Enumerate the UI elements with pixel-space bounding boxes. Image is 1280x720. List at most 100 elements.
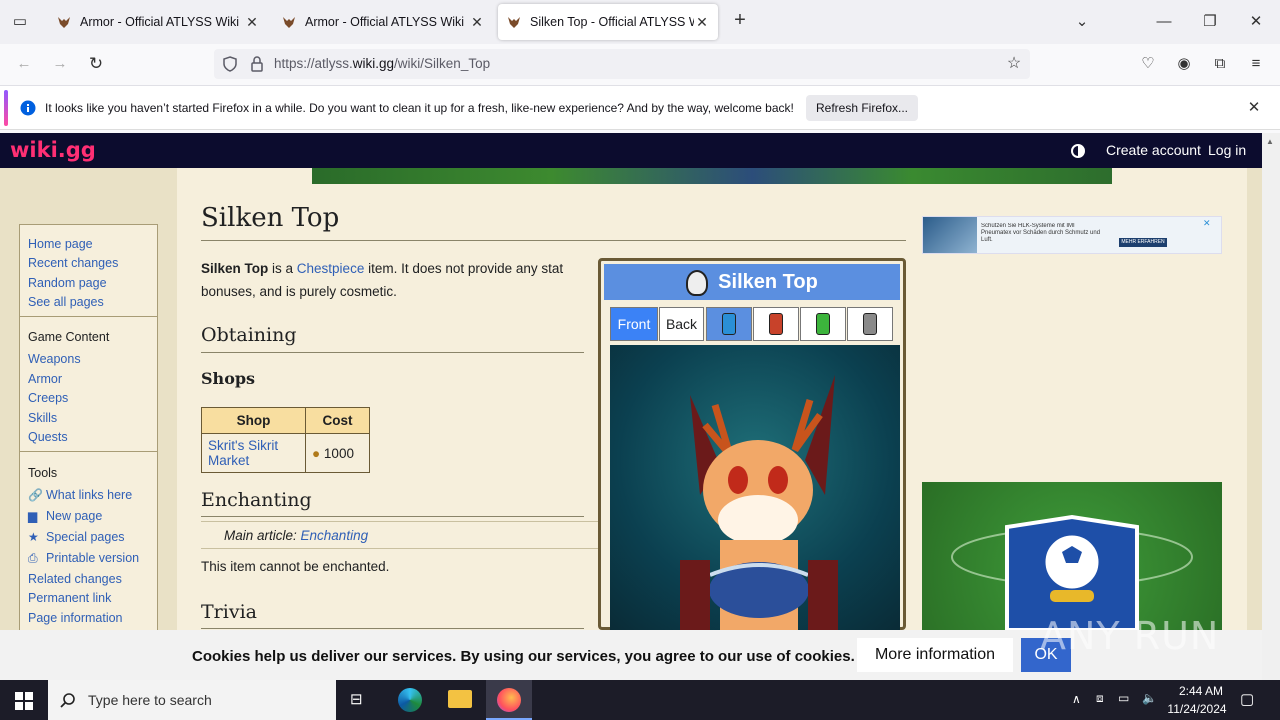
title-divider	[201, 240, 906, 241]
clock-date[interactable]: 11/24/2024	[1164, 702, 1230, 716]
clock-time[interactable]: 2:44 AM	[1172, 684, 1230, 698]
chestpiece-link[interactable]: Chestpiece	[297, 261, 365, 276]
dye-blue-button[interactable]	[706, 307, 752, 341]
dye-gray-button[interactable]	[847, 307, 893, 341]
notifications-icon[interactable]: ▢	[1240, 690, 1254, 708]
page-scrollbar[interactable]: ▲	[1262, 133, 1280, 680]
infobox-title: Silken Top	[604, 264, 900, 300]
cost-value: 1000	[323, 445, 354, 461]
sidebar-item-special-pages[interactable]: Special pages	[46, 530, 125, 544]
extensions-icon[interactable]: ⧉	[1208, 54, 1232, 74]
sidebar-ad-banner[interactable]: Schützen Sie HLK-Systeme mit IMI Pneumat…	[922, 216, 1222, 254]
new-tab-icon[interactable]: +	[728, 10, 752, 30]
dye-red-button[interactable]	[753, 307, 799, 341]
task-view-icon[interactable]: ⊟	[350, 690, 370, 708]
menu-icon[interactable]: ≡	[1244, 54, 1268, 74]
volume-icon[interactable]: 🔈	[1142, 691, 1157, 705]
shop-link[interactable]: Skrit's Sikrit Market	[201, 433, 306, 473]
back-icon[interactable]: ←	[12, 54, 36, 74]
info-icon	[20, 100, 36, 116]
item-icon	[686, 269, 709, 296]
cookie-message: Cookies help us deliver our services. By…	[192, 648, 855, 665]
character-preview-image	[610, 345, 900, 635]
close-window-icon[interactable]: ✕	[1244, 12, 1268, 32]
taskbar-search-box[interactable]: Type here to search	[48, 680, 336, 720]
sidebar-item-weapons[interactable]: Weapons	[28, 352, 81, 366]
more-information-button[interactable]: More information	[857, 638, 1013, 672]
sidebar-item-related-changes[interactable]: Related changes	[28, 572, 122, 586]
list-all-tabs-icon[interactable]: ⌄	[1070, 12, 1094, 32]
heading-obtaining: Obtaining	[201, 324, 297, 346]
blue-dye-icon	[722, 313, 736, 335]
sidebar-item-page-information[interactable]: Page information	[28, 611, 123, 625]
minimize-icon[interactable]: —	[1152, 12, 1176, 32]
character-illustration	[680, 375, 838, 635]
edge-browser-icon[interactable]	[398, 688, 422, 712]
red-dye-icon	[769, 313, 783, 335]
sidebar-item-armor[interactable]: Armor	[28, 372, 62, 386]
sidebar-item-creeps[interactable]: Creeps	[28, 391, 68, 405]
device-icon[interactable]: ⧈	[1096, 691, 1104, 706]
sidebar-item-skills[interactable]: Skills	[28, 411, 57, 425]
sidebar-item-permanent-link[interactable]: Permanent link	[28, 591, 111, 605]
network-icon[interactable]: ▭	[1118, 691, 1129, 705]
atlyss-favicon-icon	[283, 17, 295, 28]
search-placeholder: Type here to search	[88, 692, 212, 708]
sidebar-item-quests[interactable]: Quests	[28, 430, 68, 444]
sidebar-item-all-pages[interactable]: See all pages	[28, 295, 104, 309]
firefox-taskbar-button[interactable]	[486, 680, 532, 720]
sidebar-item-printable-version[interactable]: Printable version	[46, 551, 139, 565]
ad-cta-button[interactable]: MEHR ERFAHREN	[1119, 238, 1167, 247]
sidebar-item-random-page[interactable]: Random page	[28, 276, 107, 290]
url-text[interactable]: https://atlyss.wiki.gg/wiki/Silken_Top	[274, 56, 490, 71]
dye-green-button[interactable]	[800, 307, 846, 341]
enchanting-link[interactable]: Enchanting	[301, 528, 369, 543]
forward-icon[interactable]: →	[48, 54, 72, 74]
restore-icon[interactable]: ❐	[1198, 12, 1222, 32]
file-explorer-icon[interactable]	[448, 690, 472, 708]
windows-start-icon[interactable]	[15, 692, 33, 710]
sidebar-item-what-links-here[interactable]: What links here	[46, 488, 132, 502]
tab-title: Armor - Official ATLYSS Wiki	[305, 15, 465, 29]
enchant-text: This item cannot be enchanted.	[201, 559, 390, 574]
obtaining-divider	[201, 352, 584, 353]
lock-icon[interactable]	[250, 56, 264, 72]
reload-icon[interactable]: ↻	[84, 54, 108, 74]
tab-armor-2[interactable]: Armor - Official ATLYSS Wiki ✕	[273, 4, 493, 40]
tab-silken-top[interactable]: Silken Top - Official ATLYSS Wiki ✕	[498, 4, 718, 40]
hatnote-bottom-rule	[201, 548, 598, 549]
sidebar-ad-image[interactable]	[922, 482, 1222, 632]
log-in-link[interactable]: Log in	[1208, 142, 1246, 158]
close-tab-icon[interactable]: ✕	[694, 14, 710, 31]
tab-overview-icon[interactable]: ▭	[10, 12, 30, 32]
account-icon[interactable]: ◉	[1172, 54, 1196, 74]
create-account-link[interactable]: Create account	[1106, 142, 1201, 158]
front-view-button[interactable]: Front	[610, 307, 658, 341]
theme-toggle-icon[interactable]	[1068, 141, 1088, 161]
sidebar-item-new-page[interactable]: New page	[46, 509, 102, 523]
pocket-icon[interactable]: ♡	[1136, 54, 1160, 74]
show-hidden-icons-icon[interactable]: ∧	[1072, 692, 1081, 706]
item-infobox: Silken Top Front Back	[598, 258, 906, 635]
new-page-icon: ▆	[28, 509, 38, 523]
wiki-logo[interactable]: wiki.gg	[10, 138, 96, 162]
back-view-button[interactable]: Back	[659, 307, 704, 341]
close-notification-icon[interactable]: ✕	[1244, 98, 1264, 118]
tab-armor-1[interactable]: Armor - Official ATLYSS Wiki ✕	[48, 4, 268, 40]
tracking-shield-icon[interactable]	[222, 56, 238, 72]
bookmark-star-icon[interactable]: ☆	[1004, 54, 1024, 74]
hatnote-top-rule	[201, 521, 598, 522]
top-banner-ad[interactable]	[312, 168, 1112, 184]
intro-bold: Silken Top	[201, 261, 269, 276]
sidebar-item-recent-changes[interactable]: Recent changes	[28, 256, 118, 270]
sidebar-heading-game-content: Game Content	[28, 330, 110, 344]
close-tab-icon[interactable]: ✕	[244, 14, 260, 31]
close-tab-icon[interactable]: ✕	[469, 14, 485, 31]
ad-close-icon[interactable]: ✕	[1203, 218, 1211, 229]
sidebar-item-home[interactable]: Home page	[28, 237, 93, 251]
url-bar[interactable]: https://atlyss.wiki.gg/wiki/Silken_Top ☆	[214, 49, 1030, 79]
main-article-label: Main article:	[224, 528, 301, 543]
scroll-up-icon[interactable]: ▲	[1266, 137, 1274, 146]
refresh-firefox-button[interactable]: Refresh Firefox...	[806, 95, 918, 121]
windows-taskbar: Type here to search ⊟ ∧ ⧈ ▭ 🔈 2:44 AM 11…	[0, 680, 1280, 720]
